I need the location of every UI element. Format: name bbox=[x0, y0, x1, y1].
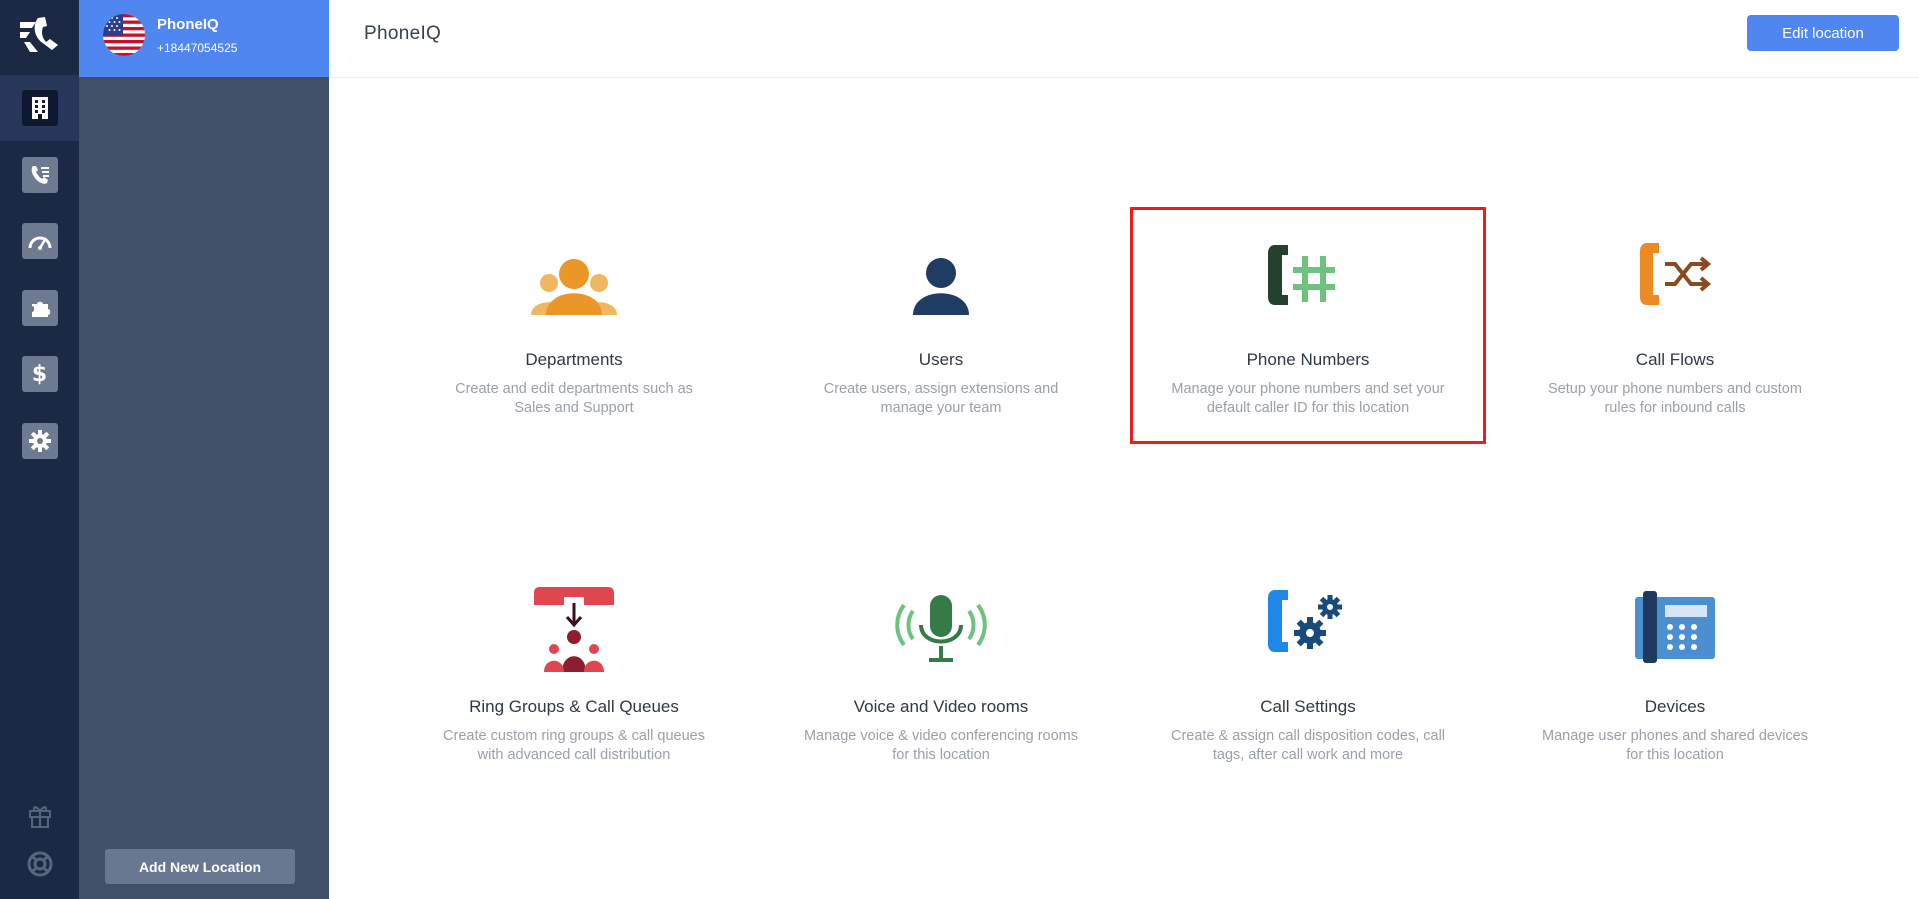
building-icon bbox=[31, 97, 48, 119]
page-header: PhoneIQ Edit location bbox=[329, 0, 1919, 78]
rail-item-help[interactable] bbox=[0, 842, 79, 886]
app-logo-icon[interactable] bbox=[16, 12, 64, 60]
ring-group-icon bbox=[534, 587, 614, 672]
card-description: Create & assign call disposition codes, … bbox=[1170, 728, 1446, 763]
us-flag-icon bbox=[103, 14, 145, 56]
microphone-icon bbox=[895, 595, 987, 662]
card-description: Create and edit departments such as Sales… bbox=[455, 381, 693, 416]
call-log-icon bbox=[31, 166, 49, 184]
add-new-location-button[interactable]: Add New Location bbox=[105, 849, 295, 884]
rail-item-dashboard[interactable] bbox=[0, 208, 79, 274]
card-ring-groups[interactable]: Ring Groups & Call Queues Create custom … bbox=[409, 577, 739, 807]
gear-icon bbox=[28, 430, 51, 452]
card-call-settings[interactable]: Call Settings Create & assign call dispo… bbox=[1143, 577, 1473, 807]
card-description: Manage voice & video conferencing rooms f… bbox=[803, 728, 1079, 763]
rail-item-settings[interactable] bbox=[0, 408, 79, 474]
rail-item-locations[interactable] bbox=[0, 75, 79, 141]
card-title: Departments bbox=[525, 350, 623, 369]
dashboard-gauge-icon bbox=[28, 236, 51, 250]
card-description: Manage user phones and shared devices for… bbox=[1541, 728, 1808, 763]
departments-icon bbox=[531, 259, 617, 315]
rail-item-gift[interactable] bbox=[0, 793, 79, 837]
rail-item-call-logs[interactable] bbox=[0, 142, 79, 208]
card-title: Call Settings bbox=[1260, 697, 1356, 716]
location-item-active[interactable]: PhoneIQ +18447054525 bbox=[79, 0, 329, 77]
dollar-icon: $ bbox=[31, 361, 48, 387]
user-icon bbox=[913, 258, 969, 315]
nav-rail: $ bbox=[0, 0, 79, 899]
highlight-box bbox=[1130, 207, 1486, 444]
card-title: Devices bbox=[1644, 697, 1706, 716]
edit-location-button[interactable]: Edit location bbox=[1747, 15, 1899, 51]
card-call-flows[interactable]: Call Flows Setup your phone numbers and … bbox=[1510, 230, 1840, 460]
card-users[interactable]: Users Create users, assign extensions an… bbox=[776, 230, 1106, 460]
call-flow-icon bbox=[1640, 243, 1712, 305]
card-departments[interactable]: Departments Create and edit departments … bbox=[409, 230, 739, 460]
card-description: Create custom ring groups & call queues w… bbox=[443, 728, 705, 763]
card-title: Users bbox=[918, 350, 964, 369]
card-title: Call Flows bbox=[1635, 350, 1715, 369]
card-voice-video-rooms[interactable]: Voice and Video rooms Manage voice & vid… bbox=[776, 577, 1106, 807]
card-devices[interactable]: Devices Manage user phones and shared de… bbox=[1510, 577, 1840, 807]
puzzle-icon bbox=[31, 301, 50, 317]
location-phone: +18447054525 bbox=[157, 41, 238, 55]
card-title: Voice and Video rooms bbox=[853, 697, 1029, 716]
card-description: Setup your phone numbers and custom rules… bbox=[1548, 381, 1802, 416]
call-settings-icon bbox=[1268, 590, 1342, 652]
rail-item-integrations[interactable] bbox=[0, 275, 79, 341]
lifebuoy-icon bbox=[27, 851, 52, 877]
location-panel: PhoneIQ +18447054525 Add New Location bbox=[79, 0, 329, 899]
page-title: PhoneIQ bbox=[364, 23, 442, 44]
card-description: Create users, assign extensions and manag… bbox=[823, 381, 1059, 416]
card-title: Ring Groups & Call Queues bbox=[469, 697, 679, 716]
gift-icon bbox=[28, 806, 51, 828]
location-name: PhoneIQ bbox=[157, 16, 219, 33]
rail-item-billing[interactable]: $ bbox=[0, 341, 79, 407]
desk-phone-icon bbox=[1635, 591, 1715, 663]
